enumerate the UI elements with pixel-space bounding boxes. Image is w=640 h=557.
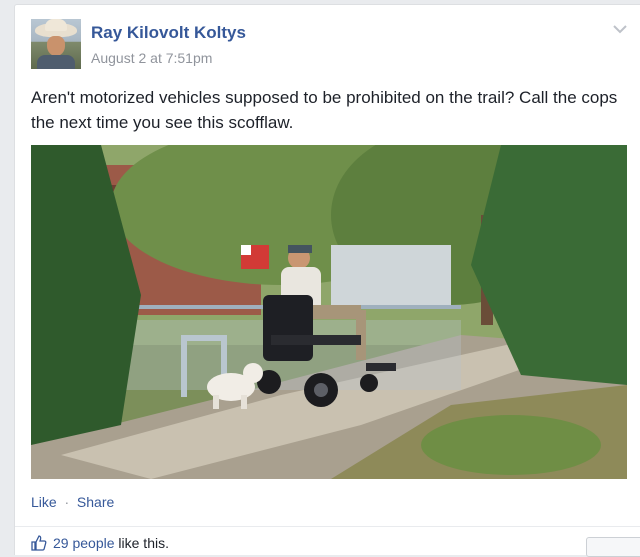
avatar-hat-crown	[45, 19, 67, 31]
corner-control[interactable]	[586, 537, 640, 557]
share-link[interactable]: Share	[77, 494, 114, 510]
thumbs-up-icon	[31, 535, 47, 551]
author-name[interactable]: Ray Kilovolt Koltys	[91, 23, 246, 43]
chevron-down-icon[interactable]	[612, 23, 628, 35]
post-card: Ray Kilovolt Koltys August 2 at 7:51pm A…	[14, 4, 640, 557]
avatar-face	[47, 36, 65, 56]
post-actions: Like · Share	[31, 494, 114, 510]
post-text: Aren't motorized vehicles supposed to be…	[31, 88, 618, 132]
likes-suffix: like this.	[114, 535, 169, 551]
actions-separator: ·	[60, 494, 74, 510]
post-photo[interactable]	[31, 145, 627, 479]
avatar-shirt	[37, 55, 75, 69]
likes-count-link[interactable]: 29 people	[53, 535, 115, 551]
author-avatar[interactable]	[31, 19, 81, 69]
likes-summary: 29 people like this.	[31, 535, 169, 551]
like-link[interactable]: Like	[31, 494, 57, 510]
post-timestamp[interactable]: August 2 at 7:51pm	[91, 50, 212, 66]
divider	[15, 526, 640, 527]
